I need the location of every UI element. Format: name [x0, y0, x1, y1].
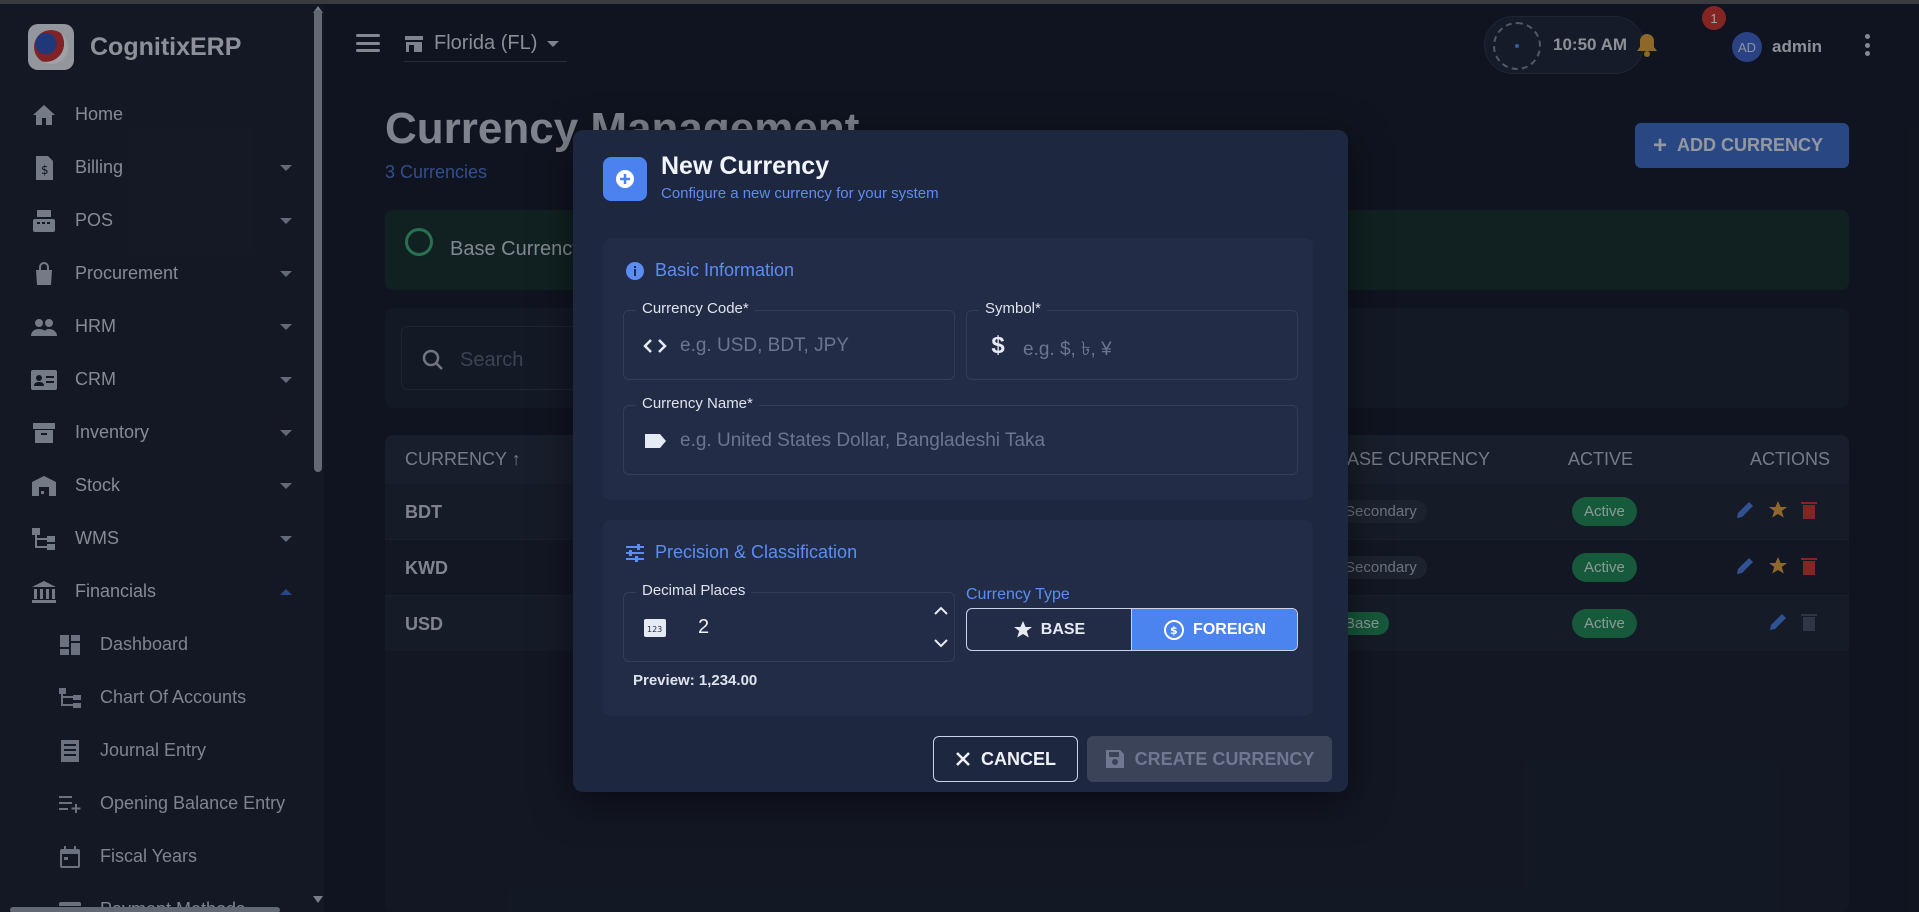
code-icon: [642, 334, 668, 358]
decrement-icon[interactable]: [932, 635, 950, 651]
currency-name-field[interactable]: Currency Name* e.g. United States Dollar…: [623, 395, 1298, 475]
add-circle-icon: [603, 157, 647, 201]
create-currency-button[interactable]: CREATE CURRENCY: [1087, 736, 1332, 782]
cancel-button[interactable]: CANCEL: [933, 736, 1078, 782]
symbol-field[interactable]: Symbol* $ e.g. $, ৳, ¥: [966, 300, 1298, 380]
svg-text:123: 123: [647, 625, 662, 634]
label-tag-icon: [642, 429, 668, 453]
currency-type-foreign-button[interactable]: $ FOREIGN: [1132, 609, 1297, 650]
currency-type-base-button[interactable]: BASE: [967, 609, 1132, 650]
section-title: Basic Information: [625, 260, 794, 281]
section-title: Precision & Classification: [625, 542, 857, 563]
currency-type-label: Currency Type: [966, 586, 1070, 603]
dollar-icon: $: [991, 332, 1005, 359]
decimal-places-stepper[interactable]: Decimal Places 123 2: [623, 582, 955, 662]
numbers-icon: 123: [642, 616, 668, 640]
new-currency-dialog: New Currency Configure a new currency fo…: [573, 130, 1348, 792]
dialog-subtitle: Configure a new currency for your system: [661, 185, 939, 202]
star-icon: [1013, 620, 1032, 637]
currency-exchange-icon: $: [1164, 619, 1185, 640]
decimal-preview: Preview: 1,234.00: [633, 672, 758, 689]
dialog-title: New Currency: [661, 152, 830, 180]
currency-type-toggle: BASE $ FOREIGN: [966, 608, 1298, 651]
increment-icon[interactable]: [932, 603, 950, 619]
currency-code-field[interactable]: Currency Code* e.g. USD, BDT, JPY: [623, 300, 955, 380]
precision-classification-section: Precision & Classification Decimal Place…: [603, 520, 1313, 716]
save-icon: [1105, 750, 1124, 768]
tune-icon: [626, 543, 644, 562]
info-icon: [626, 261, 644, 280]
basic-information-section: Basic Information Currency Code* e.g. US…: [603, 238, 1313, 500]
svg-text:$: $: [1170, 624, 1178, 637]
close-icon: [956, 752, 970, 766]
